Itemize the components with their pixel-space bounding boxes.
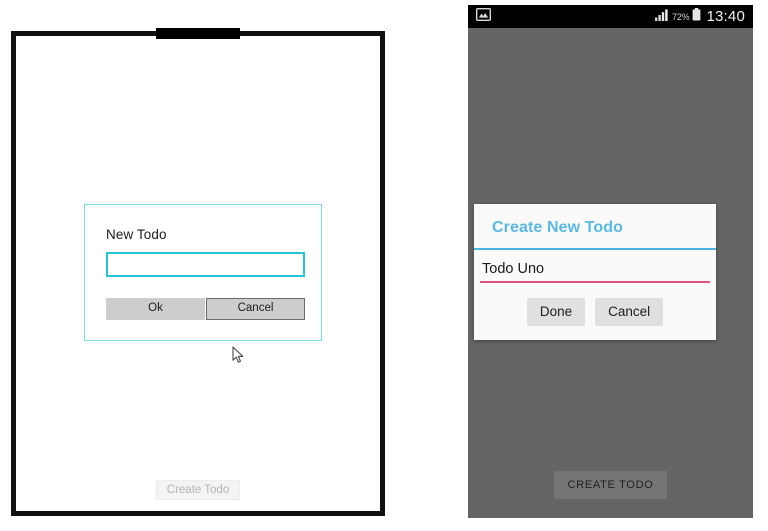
status-bar-left-group <box>475 7 492 26</box>
create-new-todo-dialog: Create New Todo Done Cancel <box>474 204 716 340</box>
android-app-screen: Create New Todo Done Cancel CREATE TODO <box>468 28 753 518</box>
windows-app-screen: New Todo Ok Cancel Create Todo <box>16 36 380 511</box>
android-dialog-title: Create New Todo <box>492 219 623 236</box>
dialog-button-row: Ok Cancel <box>106 298 305 320</box>
gallery-image-icon <box>475 7 492 26</box>
battery-icon <box>692 7 701 26</box>
android-todo-text-input[interactable] <box>480 261 710 283</box>
windows-tablet-emulator-panel: New Todo Ok Cancel Create Todo <box>11 28 385 516</box>
todo-text-input[interactable] <box>106 252 305 277</box>
android-input-wrapper <box>474 250 716 283</box>
battery-percent-label: 72% <box>672 11 690 22</box>
create-todo-button[interactable]: Create Todo <box>155 480 241 500</box>
device-notch <box>156 28 240 39</box>
ok-button[interactable]: Ok <box>106 298 205 320</box>
signal-bars-icon <box>655 8 669 26</box>
android-dialog-button-row: Done Cancel <box>474 283 716 340</box>
status-bar-clock: 13:40 <box>706 8 745 25</box>
new-todo-dialog: New Todo Ok Cancel <box>84 204 322 341</box>
cancel-button[interactable]: Cancel <box>206 298 305 320</box>
done-button[interactable]: Done <box>526 298 586 326</box>
dialog-title: New Todo <box>106 227 167 242</box>
android-cancel-button[interactable]: Cancel <box>595 298 664 326</box>
status-bar-right-group: 72% 13:40 <box>655 7 745 26</box>
android-phone-panel: 72% 13:40 Create New Todo Done Cancel C <box>468 5 753 518</box>
android-status-bar: 72% 13:40 <box>468 5 753 28</box>
mouse-pointer-icon <box>232 346 245 365</box>
android-create-todo-button[interactable]: CREATE TODO <box>553 471 668 499</box>
